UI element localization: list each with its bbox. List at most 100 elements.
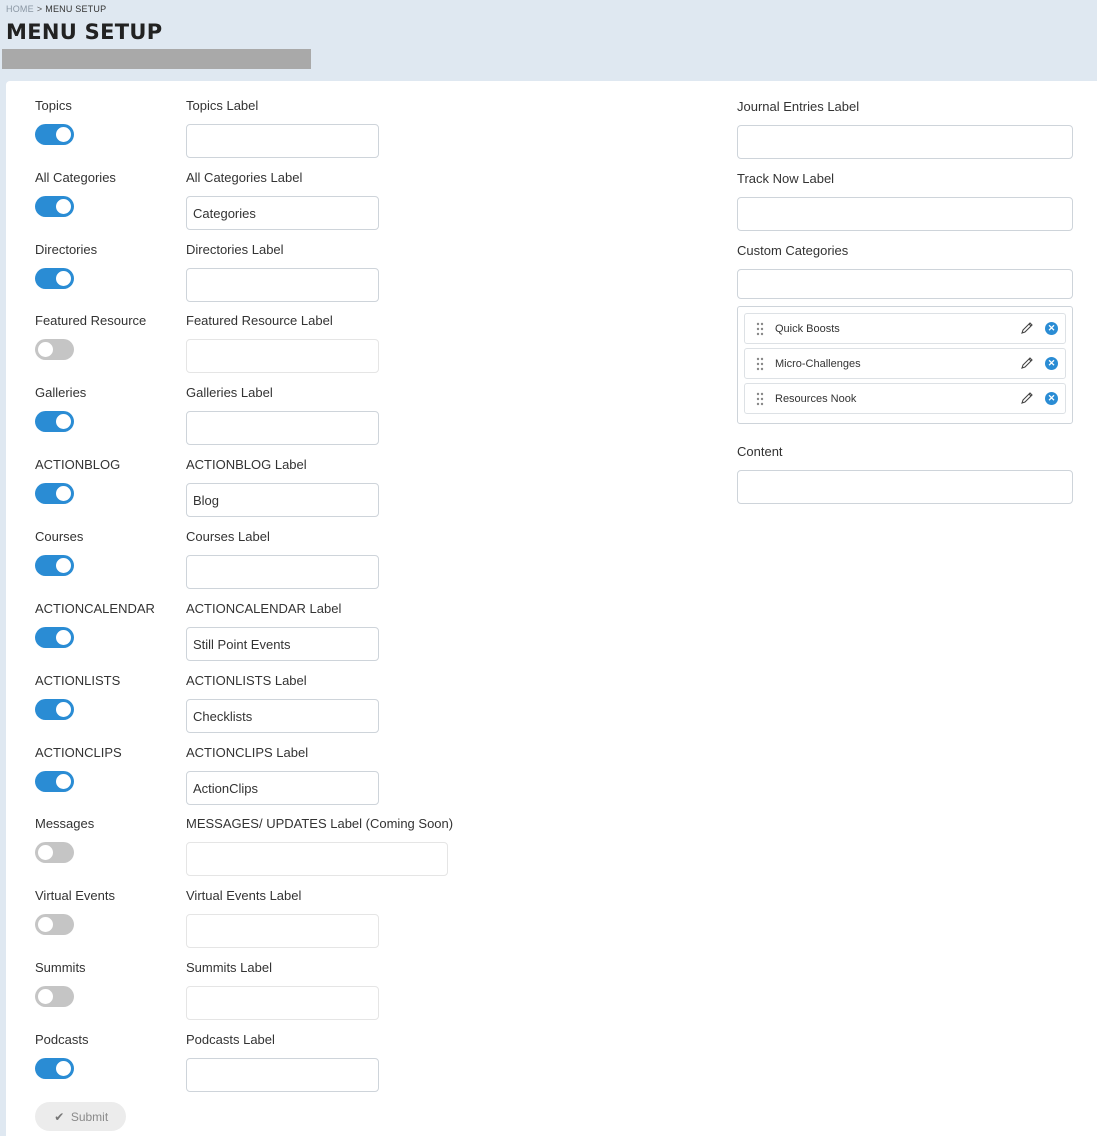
journal-entries-label: Journal Entries Label: [737, 99, 860, 114]
toggle-label: Directories: [35, 242, 98, 257]
redacted-bar: [2, 49, 311, 69]
menu-row: All Categories All Categories Label: [6, 153, 506, 230]
toggle-knob: [56, 199, 71, 214]
toggle-knob: [56, 271, 71, 286]
toggle-switch[interactable]: [35, 196, 74, 217]
remove-icon[interactable]: ✕: [1045, 392, 1058, 405]
field-label: Courses Label: [186, 529, 270, 544]
toggle-knob: [56, 1061, 71, 1076]
field-label: Virtual Events Label: [186, 888, 302, 903]
toggle-label: Messages: [35, 816, 95, 831]
breadcrumb-separator: >: [36, 4, 43, 14]
toggle-label: Galleries: [35, 385, 87, 400]
drag-handle-icon[interactable]: [755, 357, 765, 371]
menu-row: Summits Summits Label: [6, 943, 506, 1020]
toggle-switch[interactable]: [35, 986, 74, 1007]
submit-label: Submit: [70, 1109, 109, 1124]
toggle-switch[interactable]: [35, 1058, 74, 1079]
toggle-switch[interactable]: [35, 411, 74, 432]
content-input[interactable]: [737, 470, 1073, 504]
label-input[interactable]: [186, 1058, 379, 1092]
toggle-switch[interactable]: [35, 771, 74, 792]
menu-row: Topics Topics Label: [6, 81, 506, 158]
toggle-knob: [56, 630, 71, 645]
toggle-label: Virtual Events: [35, 888, 115, 903]
custom-categories-list: Quick Boosts ✕ Micro-Challenges ✕ Resources …: [737, 306, 1073, 424]
field-label: All Categories Label: [186, 170, 303, 185]
remove-icon[interactable]: ✕: [1045, 322, 1058, 335]
field-label: ACTIONCALENDAR Label: [186, 601, 342, 616]
custom-categories-input[interactable]: [737, 269, 1073, 299]
journal-entries-input[interactable]: [737, 125, 1073, 159]
page-title: MENU SETUP: [6, 20, 163, 44]
custom-category-item[interactable]: Quick Boosts ✕: [744, 313, 1066, 344]
menu-row: ACTIONCLIPS ACTIONCLIPS Label: [6, 728, 506, 805]
toggle-label: Topics: [35, 98, 72, 113]
submit-button[interactable]: ✔ Submit: [35, 1102, 126, 1131]
breadcrumb-current: MENU SETUP: [45, 4, 107, 14]
track-now-input[interactable]: [737, 197, 1073, 231]
field-label: ACTIONBLOG Label: [186, 457, 307, 472]
menu-row: ACTIONCALENDAR ACTIONCALENDAR Label: [6, 584, 506, 661]
toggle-label: ACTIONCALENDAR: [35, 601, 155, 616]
toggle-label: All Categories: [35, 170, 116, 185]
toggle-label: Summits: [35, 960, 86, 975]
toggle-knob: [38, 989, 53, 1004]
toggle-knob: [56, 414, 71, 429]
toggle-switch[interactable]: [35, 555, 74, 576]
custom-categories-label: Custom Categories: [737, 243, 849, 258]
toggle-label: ACTIONLISTS: [35, 673, 121, 688]
toggle-label: Featured Resource: [35, 313, 147, 328]
menu-row: Galleries Galleries Label: [6, 368, 506, 445]
toggle-switch[interactable]: [35, 627, 74, 648]
category-name: Quick Boosts: [775, 323, 840, 335]
toggle-switch[interactable]: [35, 339, 74, 360]
toggle-switch[interactable]: [35, 268, 74, 289]
menu-row: Podcasts Podcasts Label: [6, 1015, 506, 1092]
content-label: Content: [737, 444, 783, 459]
toggle-knob: [56, 702, 71, 717]
toggle-knob: [56, 127, 71, 142]
toggle-label: Podcasts: [35, 1032, 89, 1047]
field-label: Featured Resource Label: [186, 313, 333, 328]
field-label: Podcasts Label: [186, 1032, 275, 1047]
track-now-label: Track Now Label: [737, 171, 835, 186]
menu-setup-panel: Topics Topics Label All Categories All Cate…: [6, 81, 1097, 1136]
field-label: Directories Label: [186, 242, 284, 257]
field-label: MESSAGES/ UPDATES Label (Coming Soon): [186, 816, 454, 831]
drag-handle-icon[interactable]: [755, 322, 765, 336]
toggle-switch[interactable]: [35, 914, 74, 935]
drag-handle-icon[interactable]: [755, 392, 765, 406]
pencil-icon[interactable]: [1020, 391, 1034, 405]
toggle-switch[interactable]: [35, 699, 74, 720]
field-label: Topics Label: [186, 98, 259, 113]
custom-category-item[interactable]: Micro-Challenges ✕: [744, 348, 1066, 379]
toggle-label: Courses: [35, 529, 84, 544]
field-label: Summits Label: [186, 960, 272, 975]
toggle-knob: [38, 917, 53, 932]
pencil-icon[interactable]: [1020, 321, 1034, 335]
menu-row: Directories Directories Label: [6, 225, 506, 302]
toggle-knob: [38, 342, 53, 357]
menu-row: Courses Courses Label: [6, 512, 506, 589]
menu-row: ACTIONBLOG ACTIONBLOG Label: [6, 440, 506, 517]
pencil-icon[interactable]: [1020, 356, 1034, 370]
custom-category-item[interactable]: Resources Nook ✕: [744, 383, 1066, 414]
field-label: ACTIONCLIPS Label: [186, 745, 309, 760]
check-icon: ✔: [54, 1109, 65, 1124]
toggle-switch[interactable]: [35, 124, 74, 145]
toggle-label: ACTIONBLOG: [35, 457, 121, 472]
toggle-knob: [56, 486, 71, 501]
menu-row: ACTIONLISTS ACTIONLISTS Label: [6, 656, 506, 733]
toggle-knob: [38, 845, 53, 860]
toggle-label: ACTIONCLIPS: [35, 745, 122, 760]
remove-icon[interactable]: ✕: [1045, 357, 1058, 370]
toggle-switch[interactable]: [35, 842, 74, 863]
field-label: ACTIONLISTS Label: [186, 673, 307, 688]
toggle-knob: [56, 558, 71, 573]
toggle-knob: [56, 774, 71, 789]
breadcrumb-home[interactable]: HOME: [6, 4, 34, 14]
menu-row: Messages MESSAGES/ UPDATES Label (Coming …: [6, 799, 506, 876]
menu-row: Featured Resource Featured Resource Label: [6, 296, 506, 373]
toggle-switch[interactable]: [35, 483, 74, 504]
